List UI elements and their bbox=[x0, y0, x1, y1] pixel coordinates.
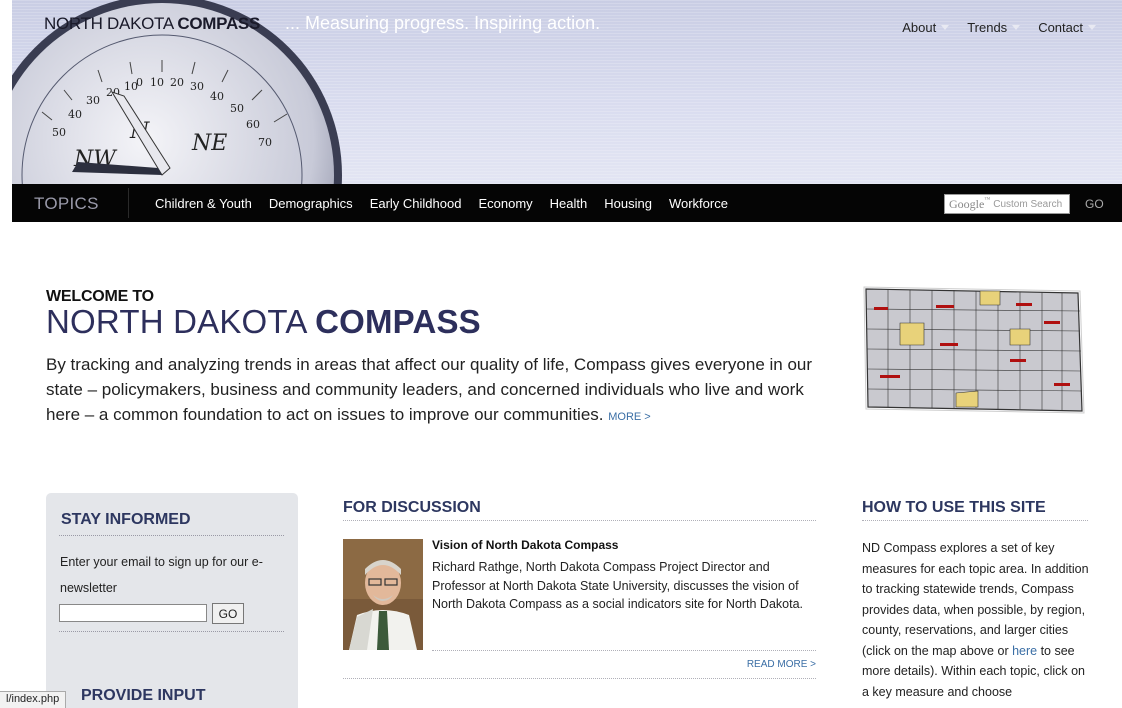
north-dakota-map[interactable] bbox=[860, 283, 1090, 423]
divider bbox=[59, 535, 284, 536]
divider bbox=[59, 631, 284, 632]
caret-down-icon bbox=[941, 25, 950, 30]
google-logo: Google™ bbox=[949, 197, 990, 212]
nav-contact-label: Contact bbox=[1038, 20, 1083, 35]
how-to-use-title: HOW TO USE THIS SITE bbox=[862, 499, 1046, 516]
compass-letter: NE bbox=[191, 131, 227, 156]
site-header: 50 40 30 20 10 0 10 20 30 40 50 60 70 N … bbox=[0, 0, 1122, 184]
author-photo[interactable] bbox=[343, 539, 423, 650]
browser-status-bar: l/index.php bbox=[0, 691, 67, 708]
topic-economy[interactable]: Economy bbox=[478, 196, 532, 211]
nav-contact[interactable]: Contact bbox=[1038, 20, 1096, 35]
provide-input-title: PROVIDE INPUT bbox=[81, 687, 206, 704]
search-input[interactable]: Google™ Custom Search bbox=[944, 194, 1070, 214]
site-tagline: ... Measuring progress. Inspiring action… bbox=[285, 13, 601, 33]
topic-children-youth[interactable]: Children & Youth bbox=[155, 196, 252, 211]
caret-down-icon bbox=[1088, 25, 1096, 30]
search-placeholder: Custom Search bbox=[993, 198, 1063, 210]
welcome-body: By tracking and analyzing trends in area… bbox=[46, 352, 836, 430]
how-to-text-start: ND Compass explores a set of key measure… bbox=[862, 541, 1089, 658]
divider bbox=[862, 520, 1088, 521]
email-field[interactable] bbox=[59, 604, 207, 622]
header-frame bbox=[0, 0, 12, 184]
topics-bar: TOPICS Children & Youth Demographics Ear… bbox=[12, 184, 1122, 222]
compass-numeral: 40 bbox=[210, 90, 224, 103]
for-discussion-title: FOR DISCUSSION bbox=[343, 499, 481, 516]
welcome-title-light: NORTH DAKOTA bbox=[46, 303, 316, 340]
compass-numeral: 60 bbox=[246, 118, 260, 131]
topics-label: TOPICS bbox=[34, 194, 99, 213]
welcome-title-bold: COMPASS bbox=[315, 303, 481, 340]
divider bbox=[432, 650, 816, 651]
compass-numeral: 50 bbox=[230, 102, 244, 115]
google-brand: Google bbox=[949, 196, 985, 211]
topic-demographics[interactable]: Demographics bbox=[269, 196, 353, 211]
topic-early-childhood[interactable]: Early Childhood bbox=[370, 196, 462, 211]
compass-numeral: 30 bbox=[86, 94, 100, 107]
site-logo[interactable]: NORTH DAKOTA COMPASS bbox=[44, 14, 260, 34]
stay-informed-panel: STAY INFORMED Enter your email to sign u… bbox=[46, 493, 298, 708]
logo-compass: COMPASS bbox=[177, 14, 260, 33]
topic-health[interactable]: Health bbox=[550, 196, 588, 211]
compass-numeral: 70 bbox=[258, 136, 272, 149]
divider bbox=[343, 520, 816, 521]
topic-workforce[interactable]: Workforce bbox=[669, 196, 728, 211]
here-link[interactable]: here bbox=[1012, 644, 1037, 658]
more-link[interactable]: MORE > bbox=[608, 411, 650, 423]
stay-informed-title: STAY INFORMED bbox=[61, 511, 191, 528]
nav-about[interactable]: About bbox=[902, 20, 950, 35]
compass-numeral: 40 bbox=[68, 108, 82, 121]
discussion-body: Richard Rathge, North Dakota Compass Pro… bbox=[432, 560, 803, 611]
compass-numeral: 30 bbox=[190, 80, 204, 93]
discussion-headline[interactable]: Vision of North Dakota Compass bbox=[432, 538, 618, 552]
search-go-button[interactable]: GO bbox=[1085, 197, 1104, 211]
welcome-text: By tracking and analyzing trends in area… bbox=[46, 355, 813, 424]
read-more-link[interactable]: READ MORE > bbox=[747, 659, 816, 670]
newsletter-instructions: Enter your email to sign up for our e-ne… bbox=[60, 555, 263, 595]
newsletter-go-button[interactable]: GO bbox=[212, 603, 244, 624]
compass-numeral: 10 bbox=[150, 76, 164, 89]
welcome-title: NORTH DAKOTA COMPASS bbox=[46, 303, 481, 341]
nav-trends-label: Trends bbox=[967, 20, 1008, 35]
divider bbox=[128, 188, 129, 218]
divider bbox=[343, 678, 816, 679]
how-to-use-body: ND Compass explores a set of key measure… bbox=[862, 538, 1092, 702]
trademark: ™ bbox=[984, 196, 991, 203]
nav-trends[interactable]: Trends bbox=[967, 20, 1021, 35]
topic-housing[interactable]: Housing bbox=[604, 196, 652, 211]
logo-north-dakota: NORTH DAKOTA bbox=[44, 14, 173, 33]
compass-numeral: 0 bbox=[136, 76, 143, 89]
nav-about-label: About bbox=[902, 20, 937, 35]
compass-numeral: 50 bbox=[52, 126, 66, 139]
top-nav: About Trends Contact bbox=[884, 20, 1096, 35]
caret-down-icon bbox=[1012, 25, 1021, 30]
compass-numeral: 20 bbox=[170, 76, 184, 89]
topic-links: Children & Youth Demographics Early Chil… bbox=[155, 196, 745, 211]
